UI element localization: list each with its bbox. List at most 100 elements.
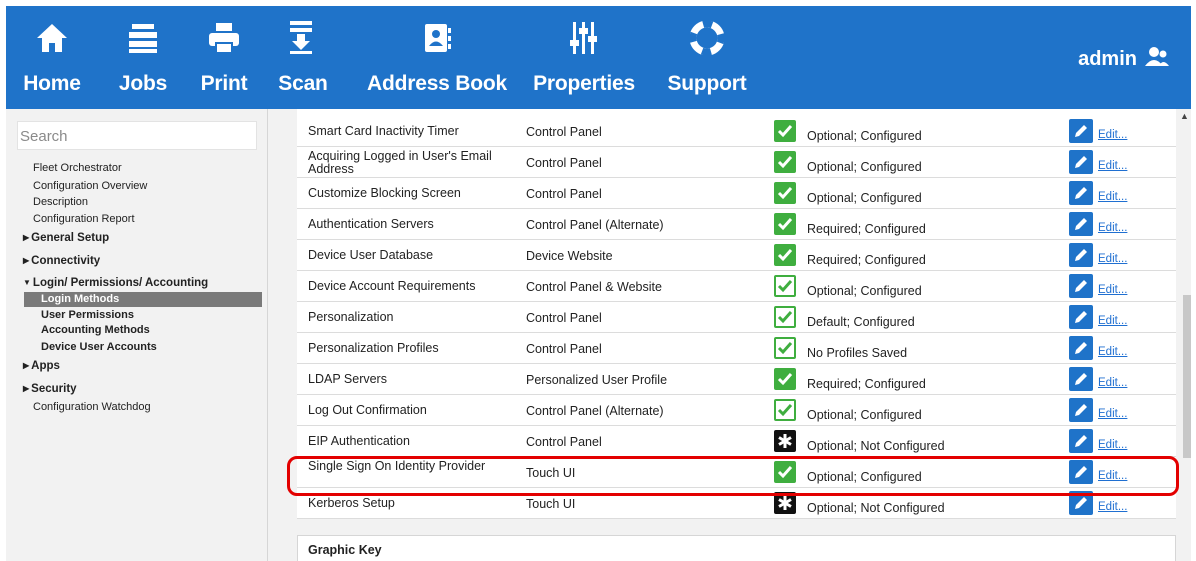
sidebar-item-configuration-report[interactable]: Configuration Report <box>33 213 135 225</box>
address-book-icon <box>420 18 454 58</box>
sliders-icon <box>568 18 600 58</box>
edit-link[interactable]: Edit... <box>1098 191 1127 203</box>
sidebar-item-device-user-accounts[interactable]: Device User Accounts <box>41 341 157 353</box>
feature-name: LDAP Servers <box>308 372 387 386</box>
nav-print-label: Print <box>200 72 248 95</box>
table-row: Device User Database Device Website Requir… <box>297 240 1176 271</box>
feature-location: Touch UI <box>526 497 576 511</box>
pencil-icon[interactable] <box>1069 181 1093 205</box>
edit-link[interactable]: Edit... <box>1098 408 1127 420</box>
checkmark-icon <box>774 120 796 142</box>
feature-status: Optional; Configured <box>807 191 922 205</box>
nav-scan[interactable]: Scan <box>278 6 328 109</box>
pencil-icon[interactable] <box>1069 367 1093 391</box>
pencil-icon[interactable] <box>1069 212 1093 236</box>
edit-link[interactable]: Edit... <box>1098 160 1127 172</box>
feature-name: Authentication Servers <box>308 217 434 231</box>
edit-link[interactable]: Edit... <box>1098 284 1127 296</box>
lifebuoy-icon <box>690 18 724 58</box>
checkmark-icon <box>774 151 796 173</box>
graphic-key-heading: Graphic Key <box>297 535 1176 561</box>
pencil-icon[interactable] <box>1069 305 1093 329</box>
feature-location: Control Panel <box>526 342 602 356</box>
nav-home[interactable]: Home <box>22 6 82 109</box>
highlight-box <box>287 456 1179 496</box>
nav-address-book-label: Address Book <box>367 72 507 95</box>
top-navigation-bar: Home Jobs Print Scan Address Book Proper… <box>6 6 1191 109</box>
caret-right-icon: ▶ <box>23 384 30 393</box>
sidebar-section-label: Security <box>31 383 77 395</box>
table-row: Acquiring Logged in User's Email Address… <box>297 147 1176 178</box>
pencil-icon[interactable] <box>1069 150 1093 174</box>
user-menu[interactable]: admin <box>1078 46 1169 72</box>
nav-properties[interactable]: Properties <box>533 6 635 109</box>
sidebar-item-accounting-methods[interactable]: Accounting Methods <box>41 324 150 336</box>
feature-location: Control Panel (Alternate) <box>526 218 664 232</box>
edit-link[interactable]: Edit... <box>1098 439 1127 451</box>
feature-status: Optional; Not Configured <box>807 439 945 453</box>
pencil-icon[interactable] <box>1069 336 1093 360</box>
search-input[interactable]: Search <box>17 121 257 150</box>
pencil-icon[interactable] <box>1069 243 1093 267</box>
scan-icon <box>288 18 318 58</box>
checkmark-icon <box>774 337 796 359</box>
sidebar-section-connectivity[interactable]: ▶ Connectivity <box>23 255 100 267</box>
sidebar-section-security[interactable]: ▶ Security <box>23 383 77 395</box>
user-name: admin <box>1078 47 1137 70</box>
sidebar-section-login-permissions-accounting[interactable]: ▼ Login/ Permissions/ Accounting <box>23 277 208 289</box>
feature-status: Required; Configured <box>807 253 926 267</box>
feature-location: Device Website <box>526 249 613 263</box>
edit-link[interactable]: Edit... <box>1098 129 1127 141</box>
sidebar-item-login-methods[interactable]: Login Methods <box>24 292 262 307</box>
edit-link[interactable]: Edit... <box>1098 346 1127 358</box>
edit-link[interactable]: Edit... <box>1098 501 1127 513</box>
checkmark-icon <box>774 399 796 421</box>
feature-location: Control Panel <box>526 311 602 325</box>
pencil-icon[interactable] <box>1069 274 1093 298</box>
sidebar-item-configuration-watchdog[interactable]: Configuration Watchdog <box>33 401 151 413</box>
table-row: Log Out Confirmation Control Panel (Alter… <box>297 395 1176 426</box>
feature-status: Required; Configured <box>807 377 926 391</box>
nav-print[interactable]: Print <box>199 6 249 109</box>
sidebar-item-fleet-orchestrator[interactable]: Fleet Orchestrator <box>33 162 122 174</box>
pencil-icon[interactable] <box>1069 429 1093 453</box>
table-row: Device Account Requirements Control Panel… <box>297 271 1176 302</box>
scroll-up-arrow-icon[interactable]: ▲ <box>1180 111 1189 121</box>
feature-location: Control Panel (Alternate) <box>526 404 664 418</box>
checkmark-icon <box>774 213 796 235</box>
jobs-icon <box>128 18 158 58</box>
feature-status: Required; Configured <box>807 222 926 236</box>
feature-name: EIP Authentication <box>308 434 410 448</box>
pencil-icon[interactable] <box>1069 398 1093 422</box>
feature-location: Control Panel <box>526 187 602 201</box>
edit-link[interactable]: Edit... <box>1098 253 1127 265</box>
sidebar-section-general-setup[interactable]: ▶ General Setup <box>23 232 109 244</box>
sidebar-item-description[interactable]: Description <box>33 196 88 208</box>
sidebar-section-label: General Setup <box>31 232 110 244</box>
edit-link[interactable]: Edit... <box>1098 315 1127 327</box>
feature-status: No Profiles Saved <box>807 346 908 360</box>
nav-jobs-label: Jobs <box>118 72 168 95</box>
sidebar-section-apps[interactable]: ▶ Apps <box>23 360 60 372</box>
print-icon <box>207 18 241 58</box>
edit-link[interactable]: Edit... <box>1098 377 1127 389</box>
asterisk-icon <box>774 430 796 452</box>
scrollbar-thumb[interactable] <box>1183 295 1191 458</box>
edit-link[interactable]: Edit... <box>1098 222 1127 234</box>
sidebar-section-label: Apps <box>31 360 60 372</box>
caret-right-icon: ▶ <box>23 256 30 265</box>
sidebar-item-user-permissions[interactable]: User Permissions <box>41 309 134 321</box>
feature-status: Optional; Configured <box>807 408 922 422</box>
pencil-icon[interactable] <box>1069 119 1093 143</box>
nav-support-label: Support <box>667 72 747 95</box>
nav-jobs[interactable]: Jobs <box>117 6 169 109</box>
table-row: LDAP Servers Personalized User Profile Req… <box>297 364 1176 395</box>
feature-location: Control Panel & Website <box>526 280 662 294</box>
sidebar-section-label: Login/ Permissions/ Accounting <box>32 277 209 289</box>
checkmark-icon <box>774 306 796 328</box>
nav-support[interactable]: Support <box>667 6 747 109</box>
feature-status: Default; Configured <box>807 315 915 329</box>
nav-address-book[interactable]: Address Book <box>367 6 507 109</box>
feature-location: Control Panel <box>526 125 602 139</box>
sidebar-item-configuration-overview[interactable]: Configuration Overview <box>33 180 147 192</box>
